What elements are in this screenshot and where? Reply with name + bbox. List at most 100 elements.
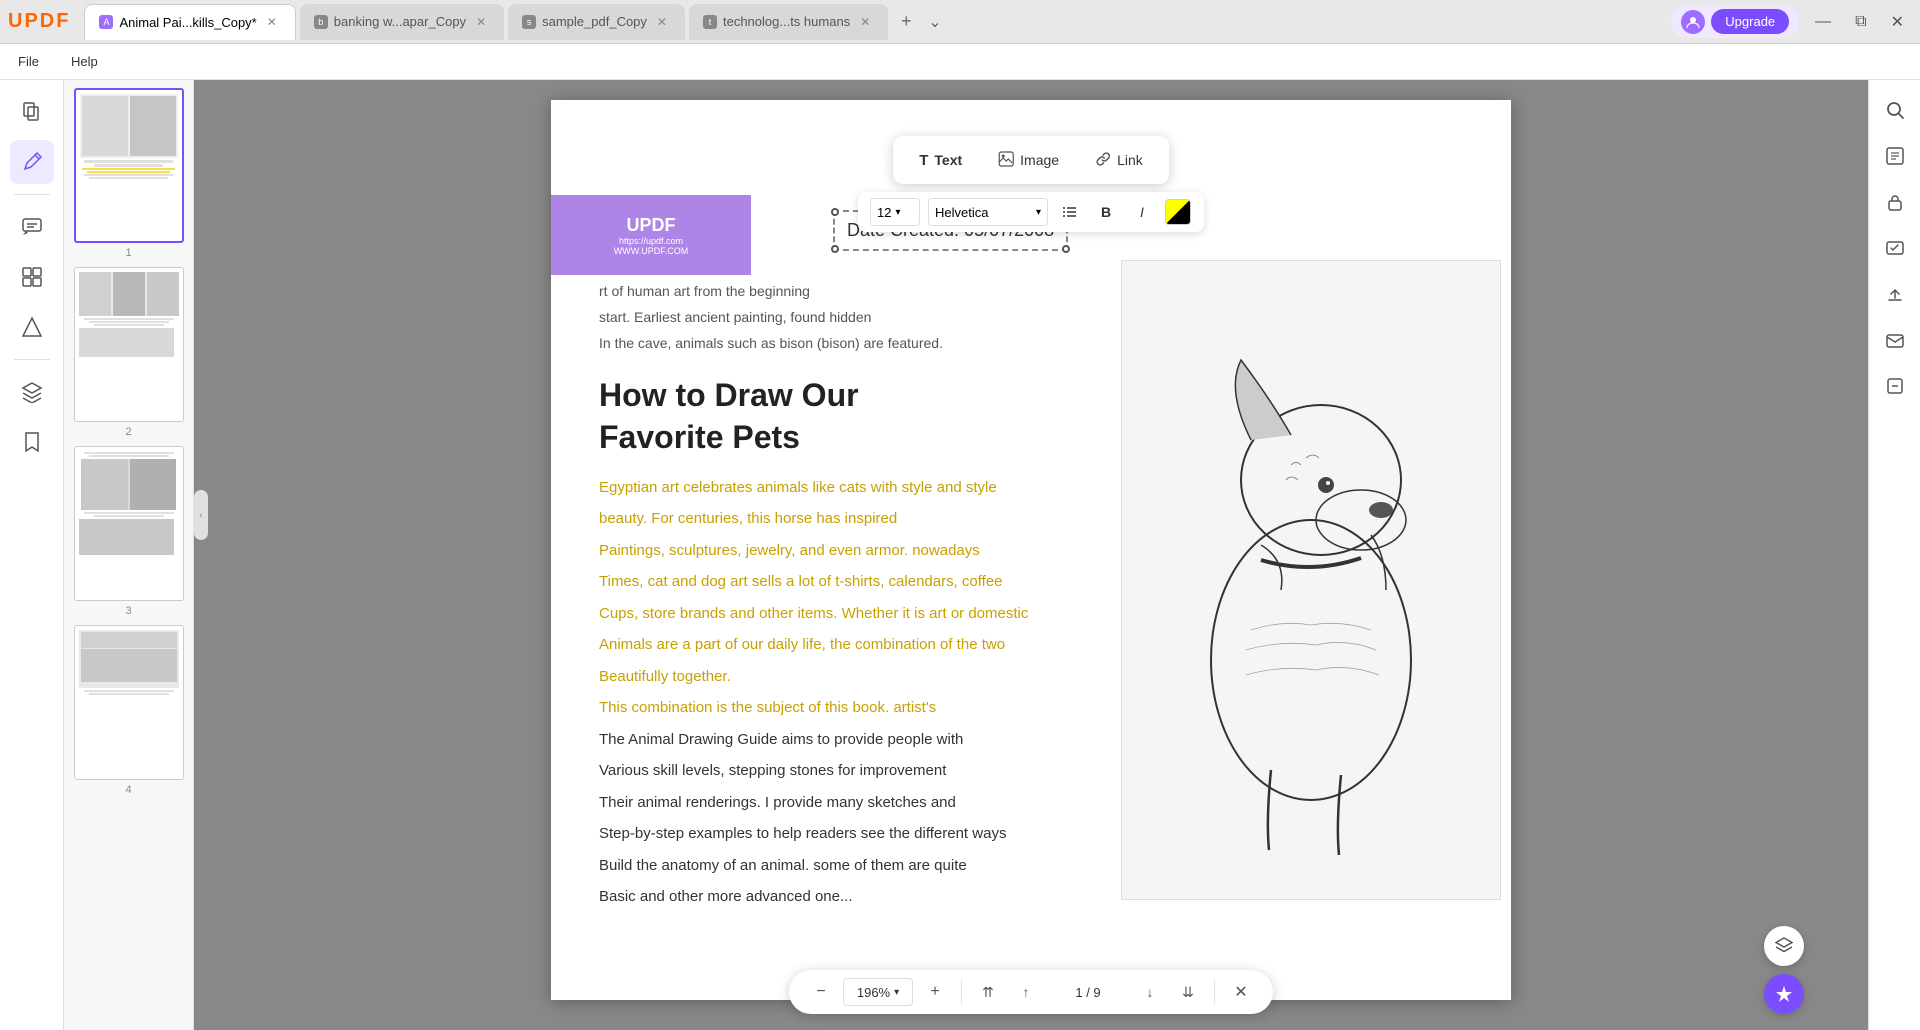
watermark-url2: WWW.UPDF.COM <box>614 246 689 256</box>
first-page-button[interactable]: ⇈ <box>972 976 1004 1008</box>
tab-close-1[interactable]: ✕ <box>472 13 490 31</box>
text-extract-icon[interactable] <box>1875 136 1915 176</box>
restore-button[interactable]: ⧉ <box>1847 9 1874 35</box>
thumb-box-3[interactable] <box>74 446 184 601</box>
thumbnail-panel: 1 2 <box>64 80 194 1030</box>
convert-icon[interactable] <box>10 305 54 349</box>
zoom-dropdown-arrow: ▾ <box>894 987 899 998</box>
browser-tab-bar: UPDF A Animal Pai...kills_Copy* ✕ b bank… <box>0 0 1920 44</box>
organize-icon[interactable] <box>10 255 54 299</box>
thumbnail-2[interactable]: 2 <box>70 267 187 438</box>
tab-sample-pdf[interactable]: s sample_pdf_Copy ✕ <box>508 4 685 40</box>
handle-bl[interactable] <box>831 245 839 253</box>
help-menu[interactable]: Help <box>65 50 104 73</box>
email-icon[interactable] <box>1875 320 1915 360</box>
sidebar-divider-2 <box>14 359 50 360</box>
sidebar-divider-1 <box>14 194 50 195</box>
pdf-page: UPDF https://updf.com WWW.UPDF.COM Date … <box>551 100 1511 1000</box>
thumb-box-4[interactable] <box>74 625 184 780</box>
tab-overflow-button[interactable]: ⌄ <box>928 12 941 32</box>
layers-floating-button[interactable] <box>1764 926 1804 966</box>
next-page-button[interactable]: ↓ <box>1134 976 1166 1008</box>
file-menu[interactable]: File <box>12 50 45 73</box>
watermark-title: UPDF <box>627 215 676 236</box>
thumb-box-1[interactable] <box>74 88 184 243</box>
font-size-selector[interactable]: 12 ▾ <box>870 198 920 226</box>
current-page: 1 <box>1075 985 1082 1000</box>
thumb-num-4: 4 <box>125 784 131 796</box>
italic-button[interactable]: I <box>1128 198 1156 226</box>
comment-icon[interactable] <box>10 205 54 249</box>
text-icon: T <box>919 152 928 169</box>
pdf-viewing-area: T Text Image Link 12 ▾ <box>194 80 1868 1030</box>
bottom-toolbar: − 196% ▾ + ⇈ ↑ 1 / 9 ↓ ⇊ ✕ <box>789 970 1273 1014</box>
zoom-out-button[interactable]: − <box>805 976 837 1008</box>
toolbar-tab-link[interactable]: Link <box>1085 147 1153 174</box>
user-avatar-area[interactable]: Upgrade <box>1671 5 1799 38</box>
last-page-button[interactable]: ⇊ <box>1172 976 1204 1008</box>
pages-icon[interactable] <box>10 90 54 134</box>
heading-line2: Favorite Pets <box>599 419 800 455</box>
close-bar-button[interactable]: ✕ <box>1225 976 1257 1008</box>
text-color-button[interactable] <box>1164 198 1192 226</box>
heading-line1: How to Draw Our <box>599 377 859 413</box>
toolbar-tab-text[interactable]: T Text <box>909 148 972 173</box>
thumbnail-4[interactable]: 4 <box>70 625 187 796</box>
tab-label: technolog...ts humans <box>723 14 850 29</box>
collapse-panel-handle[interactable]: ‹ <box>194 490 208 540</box>
font-size-arrow: ▾ <box>895 207 900 218</box>
tab-label: banking w...apar_Copy <box>334 14 466 29</box>
handle-br[interactable] <box>1062 245 1070 253</box>
thumb-box-2[interactable] <box>74 267 184 422</box>
menu-bar: File Help <box>0 44 1920 80</box>
zoom-in-button[interactable]: + <box>919 976 951 1008</box>
add-tab-button[interactable]: + <box>892 8 920 36</box>
dog-svg <box>1131 280 1491 880</box>
tab-close-0[interactable]: ✕ <box>263 13 281 31</box>
watermark-icon[interactable] <box>1875 228 1915 268</box>
main-layout: 1 2 <box>0 80 1920 1030</box>
list-button[interactable] <box>1056 198 1084 226</box>
zoom-value: 196% <box>857 985 890 1000</box>
bold-button[interactable]: B <box>1092 198 1120 226</box>
toolbar-tab-text-label: Text <box>934 152 962 168</box>
lock-icon[interactable] <box>1875 182 1915 222</box>
bookmark-icon[interactable] <box>10 420 54 464</box>
color-swatch <box>1165 199 1191 225</box>
tab-animal-painting[interactable]: A Animal Pai...kills_Copy* ✕ <box>84 4 295 40</box>
watermark-overlay: UPDF https://updf.com WWW.UPDF.COM <box>551 195 751 275</box>
font-family-arrow: ▾ <box>1036 207 1041 218</box>
prev-page-button[interactable]: ↑ <box>1010 976 1042 1008</box>
tab-close-2[interactable]: ✕ <box>653 13 671 31</box>
handle-tl[interactable] <box>831 208 839 216</box>
avatar <box>1681 10 1705 34</box>
thumbnail-3[interactable]: 3 <box>70 446 187 617</box>
search-icon[interactable] <box>1875 90 1915 130</box>
total-pages: 9 <box>1093 985 1100 1000</box>
upload-icon[interactable] <box>1875 274 1915 314</box>
watermark-url: https://updf.com <box>619 236 683 246</box>
thumb-content-2 <box>75 268 183 421</box>
thumb-content-4 <box>75 626 183 779</box>
tab-technology[interactable]: t technolog...ts humans ✕ <box>689 4 888 40</box>
close-button[interactable]: ✕ <box>1883 8 1912 36</box>
partial-highlight-text: This combination is the subject of this … <box>599 699 936 716</box>
thumb-num-1: 1 <box>125 247 131 259</box>
toolbar-tab-link-label: Link <box>1117 152 1143 168</box>
toolbar-tab-image-label: Image <box>1020 152 1059 168</box>
toolbar-tab-image[interactable]: Image <box>988 147 1069 174</box>
layers-icon[interactable] <box>10 370 54 414</box>
upgrade-button[interactable]: Upgrade <box>1711 9 1789 34</box>
minimize-button[interactable]: — <box>1807 9 1839 35</box>
thumb-num-2: 2 <box>125 426 131 438</box>
page-display: 1 / 9 <box>1048 983 1128 1002</box>
tab-close-3[interactable]: ✕ <box>856 13 874 31</box>
font-family-selector[interactable]: Helvetica ▾ <box>928 198 1048 226</box>
thumbnail-1[interactable]: 1 <box>70 88 187 259</box>
ai-floating-button[interactable] <box>1764 974 1804 1014</box>
zoom-display[interactable]: 196% ▾ <box>843 978 913 1006</box>
tab-banking[interactable]: b banking w...apar_Copy ✕ <box>300 4 504 40</box>
compress-icon[interactable] <box>1875 366 1915 406</box>
edit-icon[interactable] <box>10 140 54 184</box>
right-panel <box>1868 80 1920 1030</box>
